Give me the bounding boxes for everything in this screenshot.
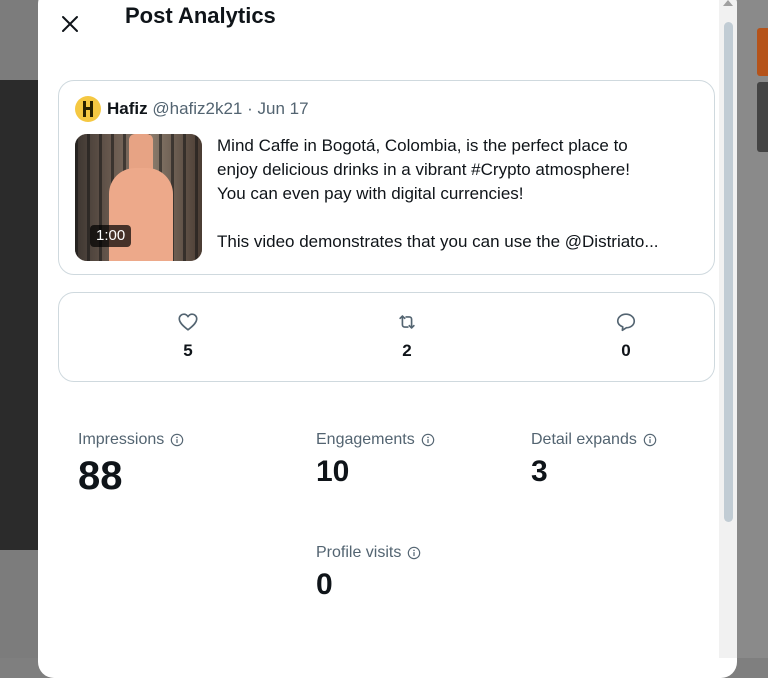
author-handle[interactable]: @hafiz2k21 xyxy=(152,99,242,118)
video-frame-bottle xyxy=(109,168,173,261)
reposts-count: 2 xyxy=(402,341,412,360)
post-text-line: Mind Caffe in Bogotá, Colombia, is the p… xyxy=(217,136,628,155)
author-name[interactable]: Hafiz xyxy=(107,99,148,118)
reply-icon xyxy=(616,313,636,332)
post-author-row: Hafiz @hafiz2k21 · Jun 17 xyxy=(107,99,309,119)
detail-expands-label: Detail expands xyxy=(531,430,657,450)
info-icon[interactable] xyxy=(170,433,184,447)
info-icon[interactable] xyxy=(643,433,657,447)
replies-count: 0 xyxy=(621,341,631,360)
post-date[interactable]: Jun 17 xyxy=(258,99,309,118)
video-duration-badge: 1:00 xyxy=(90,225,132,247)
reposts-metric: 2 xyxy=(347,293,467,381)
modal-header: Post Analytics xyxy=(38,0,719,56)
post-text-line: enjoy delicious drinks in a vibrant #Cry… xyxy=(217,160,630,179)
repost-icon xyxy=(399,315,415,329)
scrollbar-thumb[interactable] xyxy=(724,22,733,522)
likes-metric: 5 xyxy=(128,293,248,381)
background-left-media xyxy=(0,80,38,550)
engagements-label: Engagements xyxy=(316,430,435,450)
close-button[interactable] xyxy=(54,8,86,40)
post-text: Mind Caffe in Bogotá, Colombia, is the p… xyxy=(217,134,707,254)
background-thumbnail xyxy=(757,82,768,152)
video-thumbnail[interactable]: 1:00 xyxy=(75,134,202,261)
profile-visits-stat: Profile visits 0 xyxy=(316,543,421,603)
engagements-value: 10 xyxy=(316,455,350,488)
impressions-value: 88 xyxy=(78,454,123,498)
heart-icon xyxy=(178,313,198,331)
engagements-stat: Engagements 10 xyxy=(316,430,435,490)
modal-title: Post Analytics xyxy=(125,3,276,28)
detail-expands-stat: Detail expands 3 xyxy=(531,430,657,490)
avatar[interactable] xyxy=(75,96,101,122)
meta-separator: · xyxy=(247,99,253,118)
profile-visits-label: Profile visits xyxy=(316,543,421,563)
likes-count: 5 xyxy=(183,341,193,360)
impressions-stat: Impressions 88 xyxy=(78,430,184,498)
impressions-label: Impressions xyxy=(78,430,184,450)
engagement-summary: 5 2 0 xyxy=(58,292,715,382)
profile-visits-value: 0 xyxy=(316,568,333,601)
close-icon xyxy=(62,16,78,32)
info-icon[interactable] xyxy=(421,433,435,447)
post-analytics-modal: Post Analytics Hafiz @hafiz2k21 · Jun 17… xyxy=(38,0,737,678)
post-text-line: You can even pay with digital currencies… xyxy=(217,184,524,203)
detail-expands-value: 3 xyxy=(531,455,548,488)
scroll-up-arrow[interactable] xyxy=(723,0,733,6)
background-thumbnail xyxy=(757,28,768,76)
post-text-line: This video demonstrates that you can use… xyxy=(217,232,659,251)
post-preview-card[interactable]: Hafiz @hafiz2k21 · Jun 17 1:00 Mind Caff… xyxy=(58,80,715,275)
avatar-logo-icon xyxy=(83,101,93,117)
scrollbar[interactable] xyxy=(719,0,737,658)
info-icon[interactable] xyxy=(407,546,421,560)
replies-metric: 0 xyxy=(566,293,686,381)
